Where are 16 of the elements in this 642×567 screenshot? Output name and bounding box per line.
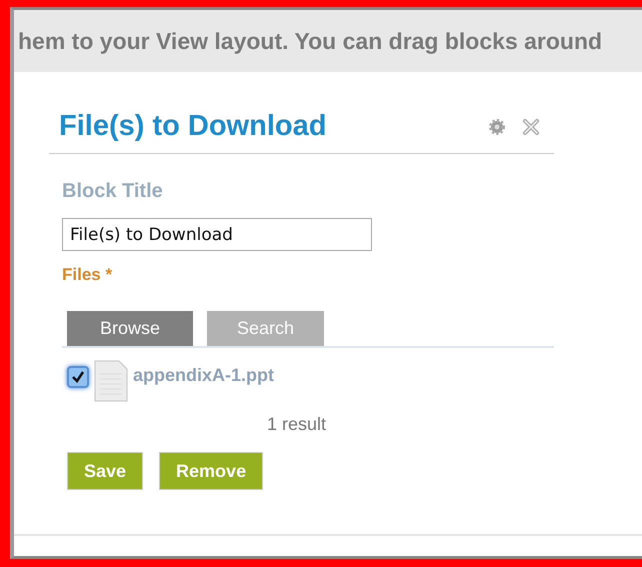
checkbox[interactable] [67, 366, 89, 388]
field-label: Files * [62, 265, 114, 285]
block-heading: File(s) to Download [59, 110, 326, 143]
action-button[interactable]: Remove [159, 452, 264, 490]
field-label: Block Title [62, 180, 164, 203]
document-icon [94, 360, 128, 402]
checkmark-icon [71, 370, 85, 384]
close-icon[interactable] [522, 118, 540, 136]
title-input[interactable]: File(s) to Download [62, 218, 372, 251]
action-button[interactable]: Save [67, 452, 144, 490]
settings-icon[interactable] [488, 118, 506, 136]
tab[interactable]: Browse [67, 311, 193, 346]
file-link[interactable]: appendixA-1.ppt [133, 365, 274, 386]
tab[interactable]: Search [207, 311, 324, 346]
instruction-text: hem to your View layout. You can drag blocks around [18, 28, 602, 54]
result-count: 1 result [266, 414, 328, 435]
